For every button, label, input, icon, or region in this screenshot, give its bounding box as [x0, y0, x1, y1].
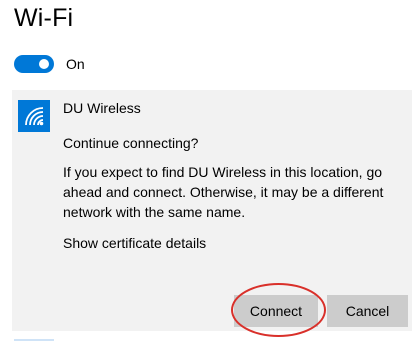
wifi-signal-glyph	[25, 107, 44, 126]
toggle-knob	[39, 59, 49, 69]
network-name: DU Wireless	[63, 100, 141, 116]
connect-button[interactable]: Connect	[234, 295, 318, 327]
cancel-button[interactable]: Cancel	[327, 295, 408, 327]
wifi-toggle-switch[interactable]	[14, 55, 54, 73]
wifi-toggle-label: On	[66, 56, 85, 72]
show-certificate-details-link[interactable]: Show certificate details	[63, 235, 206, 251]
network-item-panel: DU Wireless Continue connecting? If you …	[12, 90, 412, 331]
page-title: Wi-Fi	[14, 4, 74, 32]
wifi-signal-icon	[18, 100, 50, 132]
connect-prompt: Continue connecting?	[63, 135, 199, 151]
wifi-settings-page: Wi-Fi On DU Wireless Continue connecting…	[0, 0, 412, 341]
network-warning-text: If you expect to find DU Wireless in thi…	[63, 164, 384, 220]
wifi-toggle-row: On	[14, 55, 85, 73]
